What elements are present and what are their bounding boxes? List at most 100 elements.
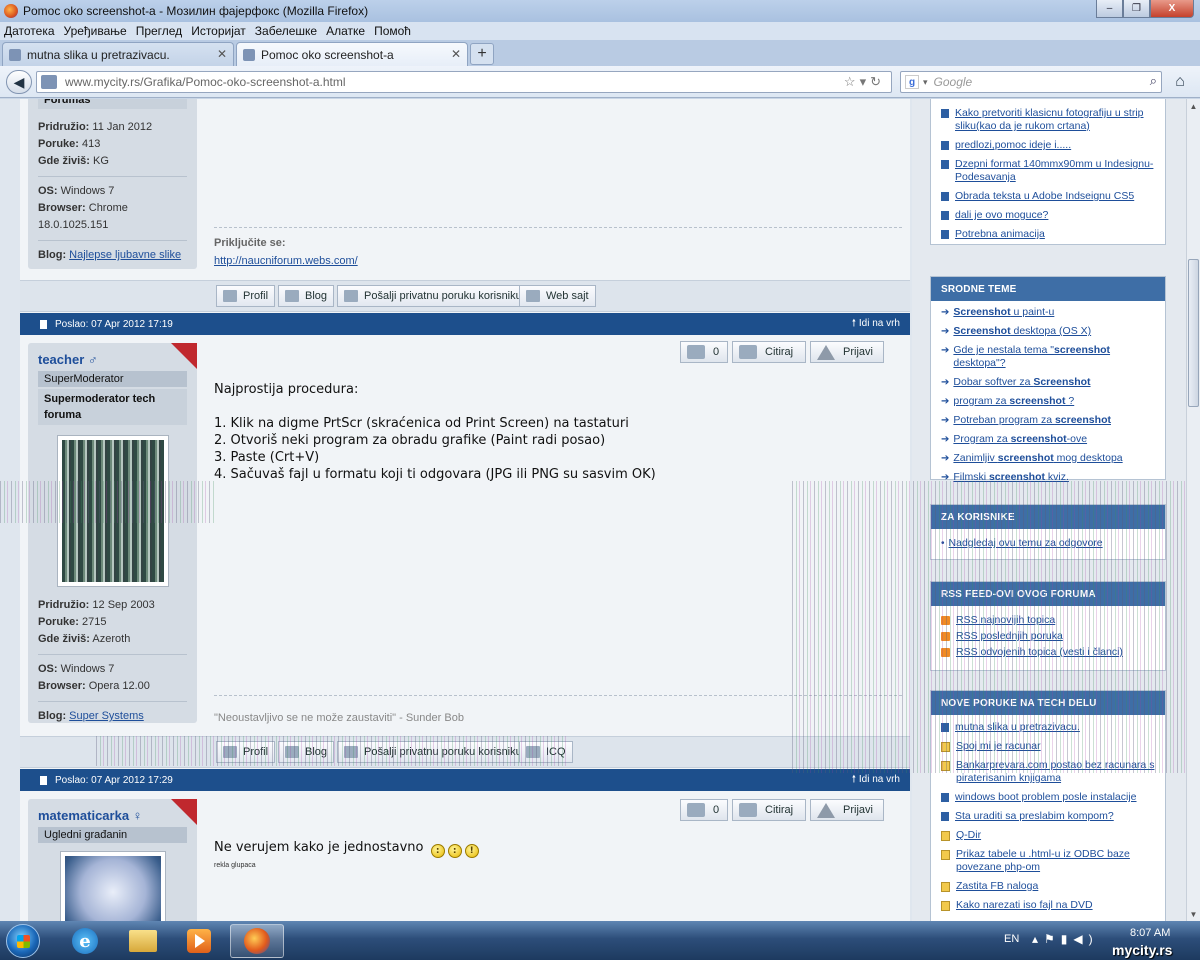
sidebar-topic-link[interactable]: Potrebna animacija <box>941 228 1157 241</box>
search-engine-dropdown-icon[interactable]: ▾ <box>923 77 928 88</box>
menu-help[interactable]: Помоћ <box>374 24 411 38</box>
arrow-right-icon: ➔ <box>941 326 950 337</box>
blog-link[interactable]: Super Systems <box>69 710 144 722</box>
new-post-link[interactable]: Sta uraditi sa preslabim kompom? <box>941 810 1157 823</box>
report-button[interactable]: Prijavi <box>810 341 884 363</box>
tab-pomoc-screenshot[interactable]: Pomoc oko screenshot-a ✕ <box>236 42 468 66</box>
taskbar-firefox[interactable] <box>230 924 284 958</box>
new-post-link[interactable]: Spoj mi je racunar <box>941 740 1157 753</box>
tab-close-icon[interactable]: ✕ <box>451 47 461 61</box>
scroll-up-icon[interactable]: ▲ <box>1187 99 1200 113</box>
sidebar-topic-link[interactable]: dali je ovo moguce? <box>941 209 1157 222</box>
new-post-link[interactable]: Zastita FB naloga <box>941 880 1157 893</box>
profile-button[interactable]: Profil <box>216 741 276 763</box>
media-player-icon <box>187 929 211 953</box>
sidebar-topic-link[interactable]: Dzepni format 140mmx90mm u Indesignu-Pod… <box>941 158 1157 184</box>
post-buttons-prev: Profil Blog Pošalji privatnu poruku kori… <box>20 280 910 312</box>
maximize-button[interactable]: ❐ <box>1123 0 1150 18</box>
topic-bullet-icon <box>941 109 949 118</box>
related-topic-link[interactable]: ➔ program za screenshot ? <box>941 395 1157 408</box>
moderator-flag-icon <box>171 343 197 369</box>
rss-link[interactable]: RSS poslednjih poruka <box>941 630 1157 643</box>
rss-link[interactable]: RSS najnovijih topica <box>941 614 1157 627</box>
sidebar-topic-link[interactable]: Kako pretvoriti klasicnu fotografiju u s… <box>941 107 1157 133</box>
home-icon[interactable]: ⌂ <box>1168 71 1192 93</box>
watch-topic-link[interactable]: • Nadgledaj ovu temu za odgovore <box>941 537 1157 550</box>
search-input[interactable]: Google <box>934 75 973 89</box>
start-button[interactable] <box>6 924 40 958</box>
back-button[interactable]: ◀ <box>6 70 32 94</box>
blog-button[interactable]: Blog <box>278 741 335 763</box>
quote-button[interactable]: Citiraj <box>732 799 806 821</box>
new-topic-icon <box>941 761 950 771</box>
menu-history[interactable]: Историјат <box>191 24 246 38</box>
related-topic-link[interactable]: ➔ Dobar softver za Screenshot <box>941 376 1157 389</box>
menu-tools[interactable]: Алатке <box>326 24 365 38</box>
taskbar-ie[interactable]: e <box>58 924 112 958</box>
new-tab-button[interactable]: + <box>470 43 494 65</box>
tab-label: Pomoc oko screenshot-a <box>261 47 394 62</box>
scroll-down-icon[interactable]: ▼ <box>1187 907 1200 921</box>
language-indicator[interactable]: EN <box>1004 933 1019 945</box>
related-topic-link[interactable]: ➔ Screenshot desktopa (OS X) <box>941 325 1157 338</box>
scroll-thumb[interactable] <box>1188 259 1199 407</box>
search-icon[interactable]: ⌕ <box>1150 73 1157 89</box>
joined-value: 12 Sep 2003 <box>92 599 155 611</box>
taskbar-media-player[interactable] <box>172 924 226 958</box>
like-button[interactable]: 0 <box>680 799 728 821</box>
clock[interactable]: 8:07 AM <box>1130 927 1170 939</box>
arrow-right-icon: ➔ <box>941 377 950 388</box>
search-bar[interactable]: g ▾ Google ⌕ <box>900 71 1162 93</box>
new-post-link[interactable]: Prikaz tabele u .html-u iz ODBC baze pov… <box>941 848 1157 874</box>
related-topic-link[interactable]: ➔ Program za screenshot-ove <box>941 433 1157 446</box>
location-label: Gde živiš: <box>38 155 90 167</box>
new-post-link[interactable]: Bankarprevara.com postao bez racunara s … <box>941 759 1157 785</box>
related-topic-link[interactable]: ➔ Zanimljiv screenshot mog desktopa <box>941 452 1157 465</box>
avatar <box>59 851 166 921</box>
taskbar-explorer[interactable] <box>116 924 170 958</box>
pm-button[interactable]: Pošalji privatnu poruku korisniku <box>337 741 529 763</box>
blog-link[interactable]: Najlepse ljubavne slike <box>69 249 181 261</box>
blog-button[interactable]: Blog <box>278 285 335 307</box>
menu-file[interactable]: Датотека <box>4 24 55 38</box>
topic-bullet-icon <box>941 723 949 732</box>
go-top-link[interactable]: 🠕 Idi na vrh <box>852 316 900 333</box>
icq-button[interactable]: ICQ <box>519 741 573 763</box>
tray-icons[interactable]: ▴⚑▮◀) <box>1032 932 1099 946</box>
pm-button[interactable]: Pošalji privatnu poruku korisniku <box>337 285 529 307</box>
new-post-link[interactable]: windows boot problem posle instalacije <box>941 791 1157 804</box>
new-post-link[interactable]: Q-Dir <box>941 829 1157 842</box>
minimize-button[interactable]: – <box>1096 0 1123 18</box>
signature-link[interactable]: http://naucniforum.webs.com/ <box>214 255 358 267</box>
menu-bookmarks[interactable]: Забелешке <box>255 24 317 38</box>
tab-mutna-slika[interactable]: mutna slika u pretrazivacu. ✕ <box>2 42 234 66</box>
go-top-link[interactable]: 🠕 Idi na vrh <box>852 772 900 789</box>
like-button[interactable]: 0 <box>680 341 728 363</box>
os-value: Windows 7 <box>60 663 115 675</box>
google-icon[interactable]: g <box>905 75 919 89</box>
profile-button[interactable]: Profil <box>216 285 276 307</box>
related-topic-link[interactable]: ➔ Filmski screenshot kviz. <box>941 471 1157 484</box>
website-button[interactable]: Web sajt <box>519 285 596 307</box>
divider <box>38 654 187 655</box>
menu-edit[interactable]: Уређивање <box>64 24 127 38</box>
rss-link[interactable]: RSS odvojenih topica (vesti i članci) <box>941 646 1157 659</box>
vertical-scrollbar[interactable]: ▲ ▼ <box>1186 99 1200 921</box>
new-post-link[interactable]: Kako narezati iso fajl na DVD <box>941 899 1157 912</box>
post-text: Ne verujem kako je jednostavno <box>214 840 424 855</box>
pm-label: Pošalji privatnu poruku korisniku <box>364 746 522 758</box>
url-bar[interactable]: www.mycity.rs/Grafika/Pomoc-oko-screensh… <box>36 71 892 93</box>
tab-close-icon[interactable]: ✕ <box>217 47 227 61</box>
quote-button[interactable]: Citiraj <box>732 341 806 363</box>
report-button[interactable]: Prijavi <box>810 799 884 821</box>
sidebar-topic-link[interactable]: Obrada teksta u Adobe Indseignu CS5 <box>941 190 1157 203</box>
menu-view[interactable]: Преглед <box>136 24 183 38</box>
icq-icon <box>526 746 540 758</box>
sidebar-topic-link[interactable]: predlozi,pomoc ideje i..... <box>941 139 1157 152</box>
related-topic-link[interactable]: ➔ Screenshot u paint-u <box>941 306 1157 319</box>
related-topic-link[interactable]: ➔ Potreban program za screenshot <box>941 414 1157 427</box>
related-topic-link[interactable]: ➔ Gde je nestala tema "screenshot desktop… <box>941 344 1157 370</box>
new-post-link[interactable]: mutna slika u pretrazivacu. <box>941 721 1157 734</box>
bookmark-star-icon[interactable]: ☆▾↻ <box>844 74 885 90</box>
close-button[interactable]: X <box>1150 0 1194 18</box>
